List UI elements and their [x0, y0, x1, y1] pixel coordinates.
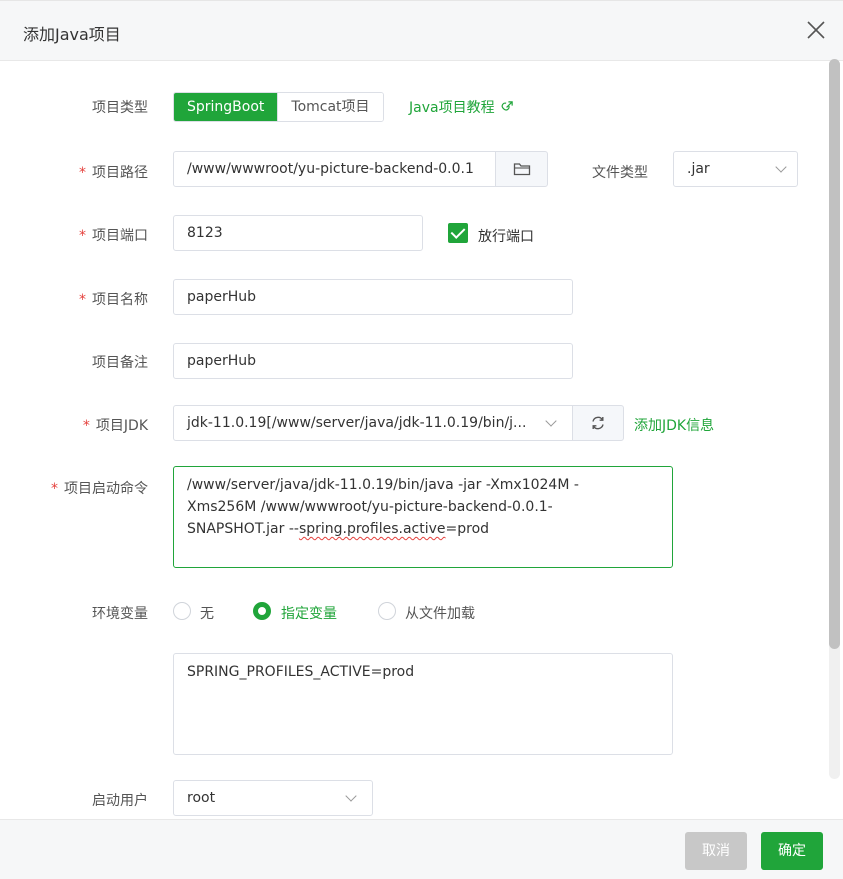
java-tutorial-link[interactable]: Java项目教程: [409, 97, 514, 117]
start-command-line: Xms256M /www/wwwroot/yu-picture-backend-…: [187, 499, 553, 515]
env-none-label: 无: [200, 606, 214, 622]
project-name-input[interactable]: paperHub: [173, 279, 573, 315]
refresh-jdk-button[interactable]: [572, 405, 624, 441]
chevron-down-icon: [345, 790, 357, 802]
file-type-select[interactable]: .jar: [673, 151, 798, 187]
cancel-button[interactable]: 取消: [685, 832, 747, 870]
run-user-value: root: [187, 790, 216, 806]
add-jdk-link[interactable]: 添加JDK信息: [634, 415, 714, 435]
spellcheck-mark: spring.profiles.active: [298, 521, 446, 537]
file-type-label: 文件类型: [592, 165, 648, 181]
dialog-body: 项目类型 SpringBoot Tomcat项目 Java项目教程 * 项目路径 …: [0, 62, 843, 819]
start-command-line: SNAPSHOT.jar --spring.profiles.active=pr…: [187, 521, 490, 537]
run-user-select[interactable]: root: [173, 780, 373, 816]
project-path-label: * 项目路径: [79, 165, 148, 181]
allow-port-checkbox[interactable]: [448, 223, 468, 243]
chevron-down-icon: [775, 161, 787, 173]
refresh-icon: [592, 416, 604, 430]
add-java-project-dialog: 添加Java项目 项目类型 SpringBoot Tomcat项目 Java项目…: [0, 0, 843, 879]
env-file-radio[interactable]: [378, 602, 396, 620]
run-user-label: 启动用户: [92, 793, 148, 809]
project-path-input[interactable]: /www/wwwroot/yu-picture-backend-0.0.1: [173, 151, 496, 187]
file-type-value: .jar: [687, 161, 710, 177]
project-type-segmented: SpringBoot Tomcat项目: [173, 92, 384, 122]
project-remark-input[interactable]: paperHub: [173, 343, 573, 379]
dialog-header: 添加Java项目: [0, 1, 843, 61]
chevron-down-icon: [545, 415, 557, 427]
project-port-input[interactable]: 8123: [173, 215, 423, 251]
project-type-label: 项目类型: [92, 100, 148, 116]
scrollbar[interactable]: [829, 59, 840, 779]
project-jdk-label: * 项目JDK: [82, 418, 148, 434]
start-command-line: /www/server/java/jdk-11.0.19/bin/java -j…: [187, 477, 579, 493]
start-command-label: * 项目启动命令: [51, 481, 148, 497]
type-springboot-option[interactable]: SpringBoot: [174, 93, 278, 121]
project-name-label: * 项目名称: [79, 292, 148, 308]
project-jdk-select[interactable]: jdk-11.0.19[/www/server/java/jdk-11.0.19…: [173, 405, 573, 441]
allow-port-label: 放行端口: [478, 229, 534, 245]
dialog-title: 添加Java项目: [23, 25, 121, 44]
project-remark-label: 项目备注: [92, 355, 148, 371]
external-link-icon: [501, 101, 513, 111]
scrollbar-thumb[interactable]: [829, 59, 840, 649]
env-specified-radio[interactable]: [253, 602, 271, 620]
start-command-textarea[interactable]: /www/server/java/jdk-11.0.19/bin/java -j…: [173, 466, 673, 568]
env-file-label: 从文件加载: [405, 606, 475, 622]
env-specified-label: 指定变量: [281, 606, 337, 622]
env-vars-label: 环境变量: [92, 606, 148, 622]
env-none-radio[interactable]: [173, 602, 191, 620]
project-port-label: * 项目端口: [79, 228, 148, 244]
type-tomcat-option[interactable]: Tomcat项目: [277, 93, 383, 121]
project-jdk-value: jdk-11.0.19[/www/server/java/jdk-11.0.19…: [187, 415, 527, 431]
close-icon[interactable]: [805, 19, 827, 41]
confirm-button[interactable]: 确定: [761, 832, 823, 870]
dialog-footer: 取消 确定: [0, 819, 843, 879]
env-vars-textarea[interactable]: SPRING_PROFILES_ACTIVE=prod: [173, 653, 673, 755]
